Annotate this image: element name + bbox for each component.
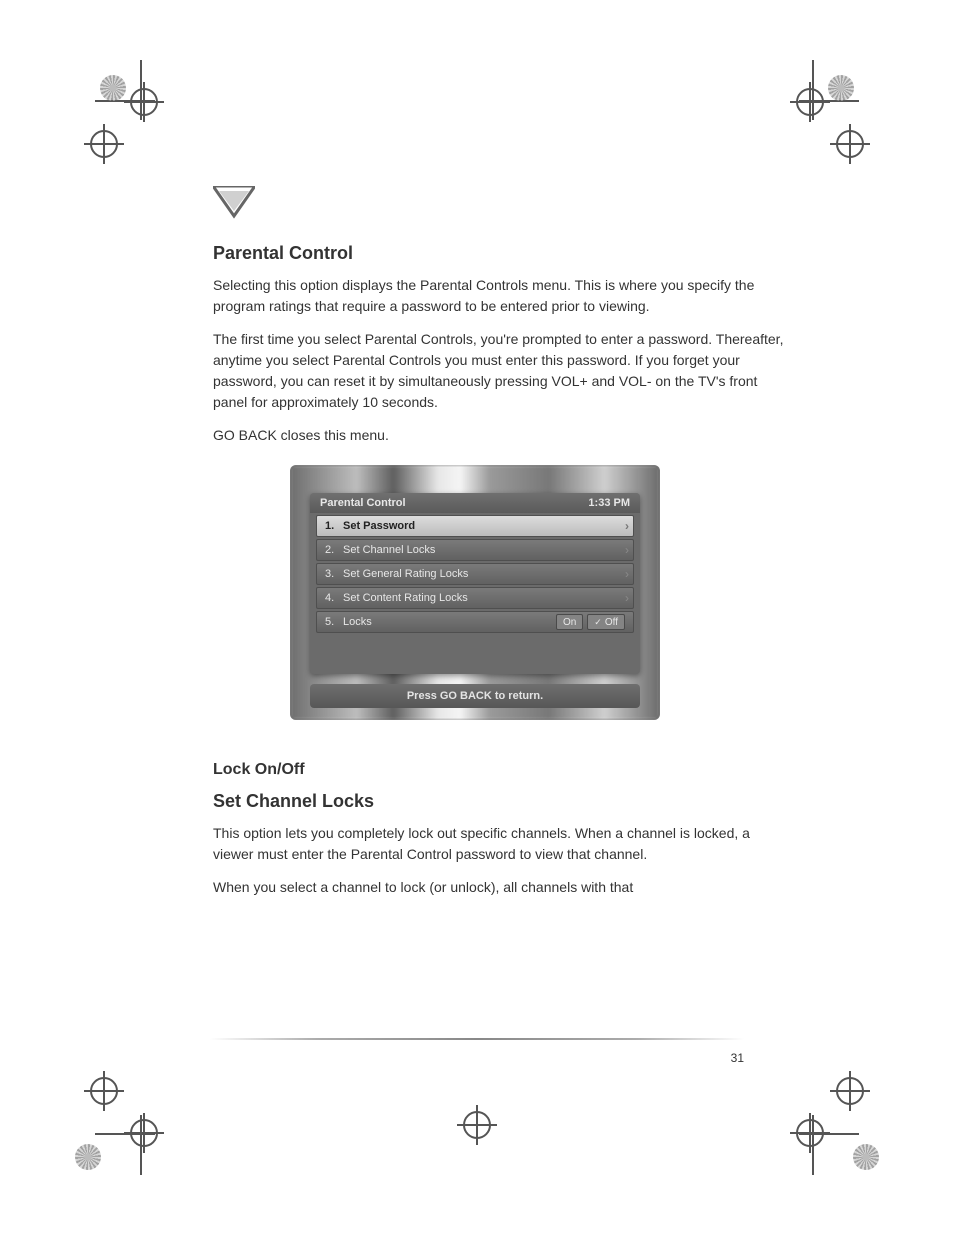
tv-menu-item-num: 3. — [325, 568, 343, 580]
tv-menu-item-set-content-rating[interactable]: 4. Set Content Rating Locks › — [316, 587, 634, 609]
tv-menu-item-locks-toggle[interactable]: 5. Locks On ✓ Off — [316, 611, 634, 633]
tv-menu-item-label: Set Content Rating Locks — [343, 592, 468, 604]
body-paragraph: GO BACK closes this menu. — [213, 425, 794, 446]
tv-menu-item-label: Locks — [343, 616, 372, 628]
body-paragraph: When you select a channel to lock (or un… — [213, 877, 794, 898]
tv-menu-item-num: 1. — [325, 520, 343, 532]
tv-menu-title: Parental Control — [320, 497, 406, 509]
toggle-off[interactable]: ✓ Off — [587, 614, 625, 630]
tv-menu-item-label: Set Channel Locks — [343, 544, 435, 556]
tv-menu-item-num: 2. — [325, 544, 343, 556]
tv-menu-item-set-channel-locks[interactable]: 2. Set Channel Locks › — [316, 539, 634, 561]
page-number: 31 — [731, 1051, 744, 1065]
tv-footer-hint: Press GO BACK to return. — [310, 684, 640, 708]
toggle-on[interactable]: On — [556, 614, 583, 630]
crop-mark — [447, 1095, 507, 1155]
page-divider — [210, 1038, 744, 1040]
tv-menu-item-set-general-rating[interactable]: 3. Set General Rating Locks › — [316, 563, 634, 585]
crop-mark — [789, 1075, 879, 1165]
tv-menu-item-label: Set Password — [343, 520, 415, 532]
crop-mark — [789, 70, 879, 160]
tv-menu-item-num: 5. — [325, 616, 343, 628]
tv-menu-panel: Parental Control 1:33 PM 1. Set Password… — [310, 493, 640, 674]
chevron-right-icon: › — [625, 543, 629, 557]
crop-mark — [75, 70, 165, 160]
tv-clock: 1:33 PM — [588, 497, 630, 509]
heading-parental-control: Parental Control — [213, 240, 794, 267]
crop-mark — [75, 1075, 165, 1165]
tv-screenshot: Parental Control 1:33 PM 1. Set Password… — [290, 465, 660, 720]
body-paragraph: Selecting this option displays the Paren… — [213, 275, 794, 317]
check-icon: ✓ — [594, 617, 602, 628]
heading-set-channel-locks: Set Channel Locks — [213, 788, 794, 815]
body-paragraph: The first time you select Parental Contr… — [213, 329, 794, 413]
page: { "document": { "section_title": "Parent… — [0, 0, 954, 1235]
chevron-right-icon: › — [625, 567, 629, 581]
chevron-right-icon: › — [625, 591, 629, 605]
section-marker-icon — [213, 186, 255, 222]
tv-menu-item-label: Set General Rating Locks — [343, 568, 468, 580]
tv-menu-item-set-password[interactable]: 1. Set Password › — [316, 515, 634, 537]
body-paragraph: This option lets you completely lock out… — [213, 823, 794, 865]
tv-menu-item-num: 4. — [325, 592, 343, 604]
subheading-lock-onoff: Lock On/Off — [213, 758, 794, 782]
chevron-right-icon: › — [625, 519, 629, 533]
